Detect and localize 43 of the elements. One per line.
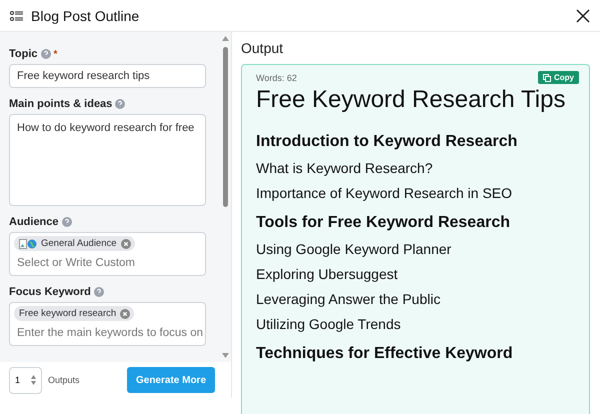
close-icon[interactable] [576, 8, 590, 22]
subsection-heading: Exploring Ubersuggest [256, 266, 399, 282]
subsection-heading: Using Google Keyword Planner [256, 241, 452, 257]
output-title: Output [241, 40, 284, 56]
section-heading: Tools for Free Keyword Research [256, 214, 511, 232]
remove-icon[interactable] [120, 308, 130, 318]
section-heading: Techniques for Effective Keyword [256, 345, 514, 363]
outline-title: Free Keyword Research Tips [256, 86, 566, 114]
audience-tag: General Audience [14, 236, 135, 251]
help-icon [94, 287, 104, 297]
outputs-stepper[interactable]: 1 [9, 366, 42, 394]
scroll-up-icon[interactable] [222, 36, 228, 41]
copy-button[interactable]: Copy [538, 71, 579, 84]
topic-field[interactable]: Free keyword research tips [9, 64, 206, 88]
field-label: Topic [9, 48, 38, 60]
audience-field[interactable]: General Audience Select or Write Custom [9, 232, 206, 276]
window-title: Blog Post Outline [31, 8, 140, 24]
remove-icon[interactable] [120, 238, 131, 248]
help-icon [115, 99, 126, 109]
subsection-heading: What is Keyword Research? [256, 160, 434, 176]
globe-icon [19, 238, 37, 248]
help-icon [40, 49, 51, 59]
word-count: Words: 62 [256, 72, 297, 82]
help-icon [62, 217, 72, 227]
subsection-heading: Utilizing Google Trends [256, 316, 402, 332]
list-icon [10, 10, 23, 20]
main-points-field[interactable]: How to do keyword research for free [9, 114, 206, 206]
field-label: Main points & ideas [9, 98, 112, 110]
section-heading: Introduction to Keyword Research [256, 133, 518, 151]
keyword-tag: Free keyword research [14, 306, 134, 321]
scrollbar-thumb[interactable] [222, 47, 228, 207]
copy-icon [543, 74, 551, 82]
scroll-down-icon[interactable] [222, 353, 228, 358]
field-label: Focus Keyword [9, 286, 91, 298]
outputs-label: Outputs [48, 375, 81, 385]
focus-keyword-field[interactable]: Free keyword research Enter the main keywords to focus on [9, 302, 206, 346]
placeholder-text: Select or Write Custom [16, 257, 136, 271]
subsection-heading: Leveraging Answer the Public [256, 291, 442, 307]
subsection-heading: Importance of Keyword Research in SEO [256, 185, 514, 201]
stepper-icon [31, 375, 36, 385]
required-mark: * [54, 48, 58, 60]
placeholder-text: Enter the main keywords to focus on [16, 327, 201, 341]
field-label: Audience [9, 216, 59, 228]
